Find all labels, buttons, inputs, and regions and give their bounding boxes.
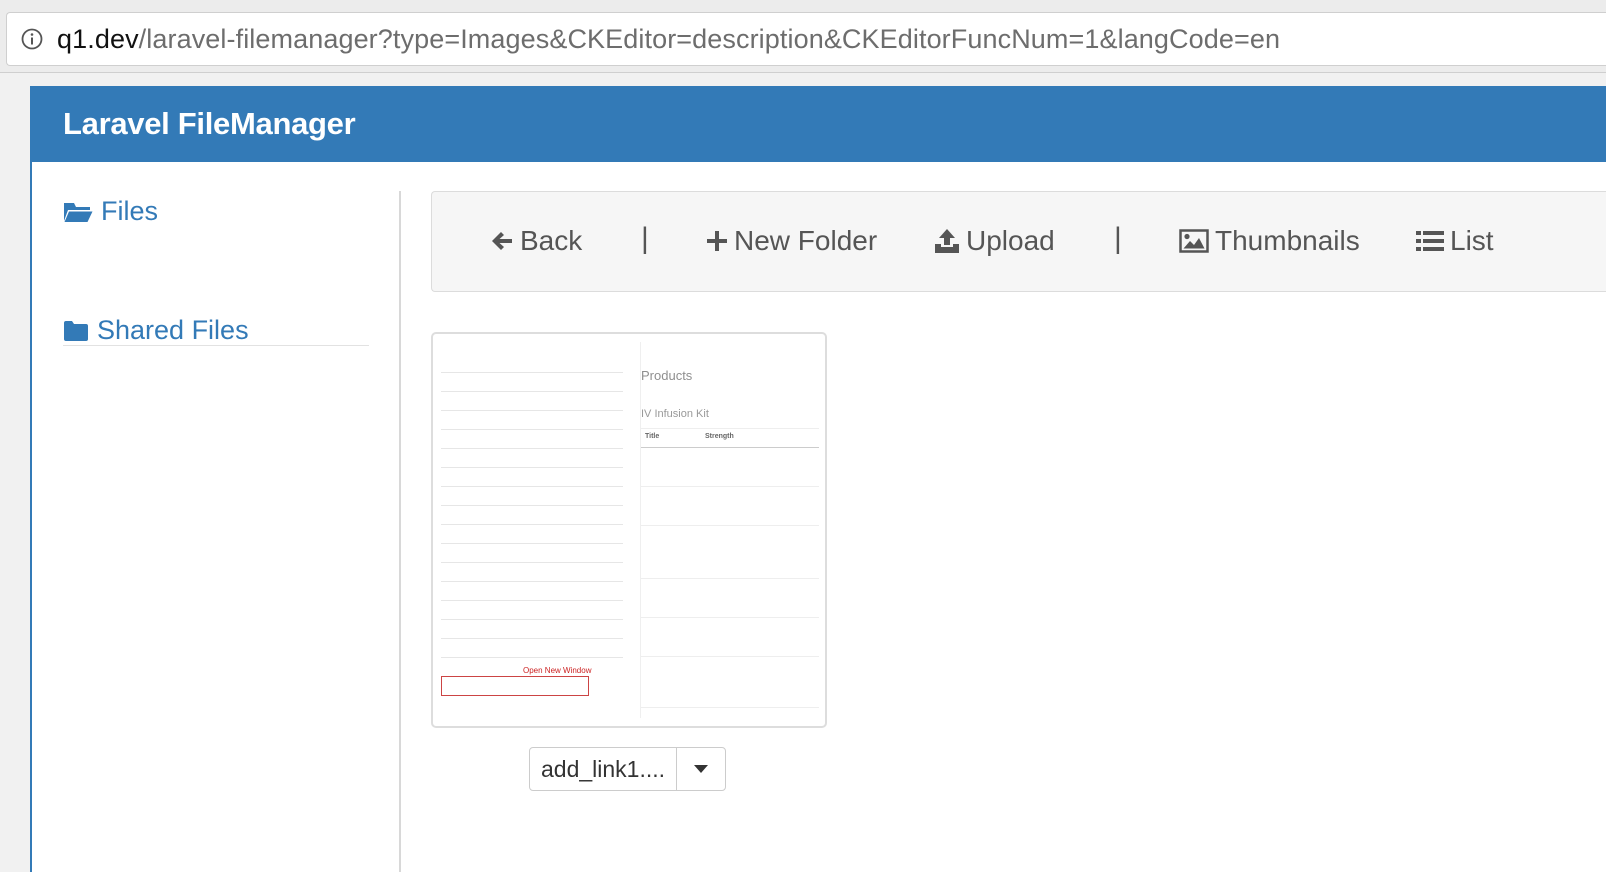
toolbar-separator: | [641, 222, 649, 255]
sidebar-item-files[interactable]: Files [63, 196, 158, 227]
address-bar[interactable]: q1.dev/laravel-filemanager?type=Images&C… [6, 12, 1606, 66]
sidebar-item-label: Shared Files [97, 315, 249, 345]
folder-open-icon [64, 202, 93, 222]
plus-icon [707, 231, 727, 251]
browser-chrome: q1.dev/laravel-filemanager?type=Images&C… [0, 0, 1606, 73]
url-path: /laravel-filemanager?type=Images&CKEdito… [138, 23, 1281, 54]
upload-button[interactable]: Upload [934, 225, 1055, 257]
image-icon [1179, 229, 1209, 253]
thumbnail-image: Products IV Infusion Kit Title Strength O… [441, 342, 819, 718]
info-icon [21, 28, 43, 50]
thumbnails-label: Thumbnails [1215, 225, 1360, 256]
thumbnail-link-box [441, 676, 589, 696]
thumbnail-form-rows [441, 354, 623, 658]
sidebar: Files Shared Files [32, 162, 400, 872]
caret-down-icon [694, 765, 709, 773]
file-menu-toggle[interactable] [676, 748, 725, 790]
thumbnail-col-title: Title [645, 433, 660, 440]
thumbnail-col-strength: Strength [705, 433, 734, 440]
file-name-button[interactable]: add_link1.... [530, 748, 676, 790]
thumbnail-table: Title Strength [641, 428, 819, 718]
thumbnail-kit-heading: IV Infusion Kit [641, 408, 709, 420]
upload-icon [935, 229, 959, 253]
list-view-button[interactable]: List [1416, 225, 1494, 257]
file-thumbnail[interactable]: Products IV Infusion Kit Title Strength O… [431, 332, 827, 728]
arrow-left-icon [492, 232, 512, 250]
folder-icon [64, 320, 88, 341]
sidebar-item-shared-files[interactable]: Shared Files [63, 315, 249, 346]
upload-label: Upload [966, 225, 1055, 256]
thumbnails-view-button[interactable]: Thumbnails [1179, 225, 1360, 257]
toolbar-separator: | [1114, 222, 1122, 255]
list-icon [1416, 231, 1444, 251]
file-manager-panel: Laravel FileManager Files Shared Files B… [30, 86, 1606, 872]
file-action-dropdown: add_link1.... [529, 747, 727, 791]
thumbnail-products-heading: Products [641, 368, 693, 383]
list-label: List [1450, 225, 1494, 256]
new-folder-label: New Folder [734, 225, 878, 256]
thumbnail-products-column: Products IV Infusion Kit Title Strength [640, 342, 819, 718]
thumbnail-open-window-text: Open New Window [523, 666, 592, 675]
url-host: q1.dev [57, 23, 139, 54]
back-button[interactable]: Back [490, 225, 582, 257]
sidebar-item-label: Files [101, 196, 159, 226]
toolbar: Back | New Folder Upload | Thumbnails Li… [431, 191, 1606, 292]
back-label: Back [520, 225, 583, 256]
url-text[interactable]: q1.dev/laravel-filemanager?type=Images&C… [57, 24, 1280, 55]
panel-heading: Laravel FileManager [32, 86, 1606, 162]
vertical-divider [399, 191, 401, 872]
app-title: Laravel FileManager [63, 106, 356, 141]
new-folder-button[interactable]: New Folder [706, 225, 877, 257]
